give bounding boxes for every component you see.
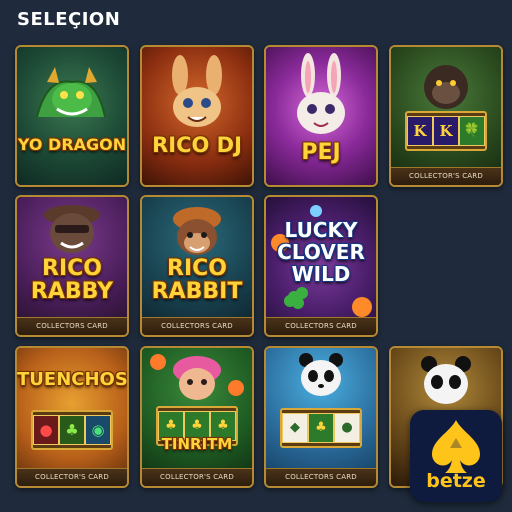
game-card-yo-dragon[interactable]: YO DRAGON bbox=[15, 45, 129, 187]
card-title: RICO RABBY bbox=[17, 257, 127, 303]
clover-icon: ♣ bbox=[308, 413, 334, 443]
card-footer: COLLECTOR'S CARD bbox=[17, 468, 127, 486]
card-title: TINRITM bbox=[161, 435, 233, 453]
card-title: TUENCHOS bbox=[17, 369, 128, 390]
card-title-line: RICO bbox=[42, 256, 102, 281]
card-footer: COLLECTORS CARD bbox=[17, 317, 127, 335]
card-title: PEJ bbox=[301, 140, 341, 165]
card-title-line: RABBY bbox=[30, 279, 114, 304]
card-title-line: RICO bbox=[167, 256, 227, 281]
game-card-pej[interactable]: PEJ bbox=[264, 45, 378, 187]
dragon-art bbox=[17, 47, 127, 185]
brand-name: betze bbox=[426, 470, 486, 492]
leaf-icon: ♣ bbox=[59, 415, 85, 445]
card-title: RICO RABBIT bbox=[142, 257, 252, 303]
game-card-rico-rabbit[interactable]: RICO RABBIT COLLECTORS CARD bbox=[140, 195, 254, 337]
card-footer: COLLECTOR'S CARD bbox=[391, 167, 501, 185]
panda-icon: ● bbox=[334, 413, 360, 443]
frog-icon: ◉ bbox=[85, 415, 111, 445]
cherry-icon: ● bbox=[33, 415, 59, 445]
card-title: LUCKY CLOVER WILD bbox=[266, 219, 376, 285]
slot-reels: ● ♣ ◉ bbox=[31, 410, 113, 450]
betze-logo[interactable]: betze bbox=[410, 410, 502, 502]
section-title: SELEÇION bbox=[17, 9, 121, 30]
rabbit-icon bbox=[172, 55, 222, 127]
card-title-line: WILD bbox=[291, 262, 351, 286]
card-footer: COLLECTOR'S CARD bbox=[142, 468, 252, 486]
slot-symbol-icon: ◆ bbox=[282, 413, 308, 443]
card-footer: COLLECTORS CARD bbox=[142, 317, 252, 335]
game-card-tuenchos[interactable]: TUENCHOS ● ♣ ◉ COLLECTOR'S CARD bbox=[15, 346, 129, 488]
card-title: YO DRAGON bbox=[17, 135, 127, 154]
game-card-lucky-clover-wild[interactable]: LUCKY CLOVER WILD COLLECTORS CARD bbox=[264, 195, 378, 337]
card-title-line: CLOVER bbox=[277, 240, 365, 264]
slot-reels: ◆ ♣ ● bbox=[280, 408, 362, 448]
card-footer: COLLECTORS CARD bbox=[266, 317, 376, 335]
game-card-panda[interactable]: ◆ ♣ ● COLLECTORS CARD bbox=[264, 346, 378, 488]
card-title-line: RABBIT bbox=[151, 279, 243, 304]
game-card-rico-rabby[interactable]: RICO RABBY COLLECTORS CARD bbox=[15, 195, 129, 337]
slot-reels: K K 🍀 bbox=[405, 111, 487, 151]
card-title: RICO DJ bbox=[152, 133, 242, 157]
game-card-gorilla[interactable]: K K 🍀 COLLECTOR'S CARD bbox=[389, 45, 503, 187]
reel-symbol: K bbox=[433, 116, 459, 146]
rabbit-dj-art bbox=[142, 47, 252, 185]
clover-icon: 🍀 bbox=[459, 116, 485, 146]
card-title-line: LUCKY bbox=[284, 218, 358, 242]
card-footer: COLLECTORS CARD bbox=[266, 468, 376, 486]
game-card-tinritm[interactable]: ♣ ♣ ♣ TINRITM COLLECTOR'S CARD bbox=[140, 346, 254, 488]
dragon-icon bbox=[36, 67, 106, 118]
game-card-rico-dj[interactable]: RICO DJ bbox=[140, 45, 254, 187]
reel-symbol: K bbox=[407, 116, 433, 146]
